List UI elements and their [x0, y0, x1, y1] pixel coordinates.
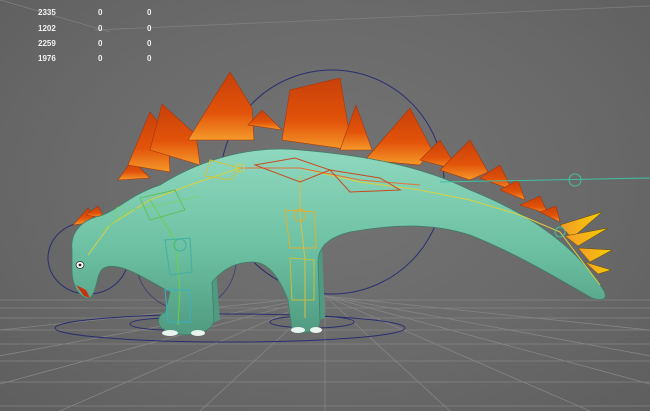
- hud-value-b: 0: [147, 8, 152, 17]
- hud-row: 1976 0 0: [0, 54, 200, 68]
- hud-row: 2259 0 0: [0, 39, 200, 53]
- hud-row: 2335 0 0: [0, 8, 200, 22]
- hud-value-a: 0: [98, 54, 103, 63]
- hud-value-a: 0: [98, 24, 103, 33]
- hud-value-a: 0: [98, 39, 103, 48]
- 3d-viewport[interactable]: 2335 0 0 1202 0 0 2259 0 0 1976 0 0: [0, 0, 650, 411]
- hud-value-b: 0: [147, 24, 152, 33]
- hud-value-label: 1202: [38, 24, 56, 33]
- ground-grid: [0, 295, 650, 411]
- hud-value-label: 2335: [38, 8, 56, 17]
- hud-value-b: 0: [147, 39, 152, 48]
- hud-value-label: 1976: [38, 54, 56, 63]
- hud-value-b: 0: [147, 54, 152, 63]
- hud-value-label: 2259: [38, 39, 56, 48]
- hud-row: 1202 0 0: [0, 24, 200, 38]
- hud-value-a: 0: [98, 8, 103, 17]
